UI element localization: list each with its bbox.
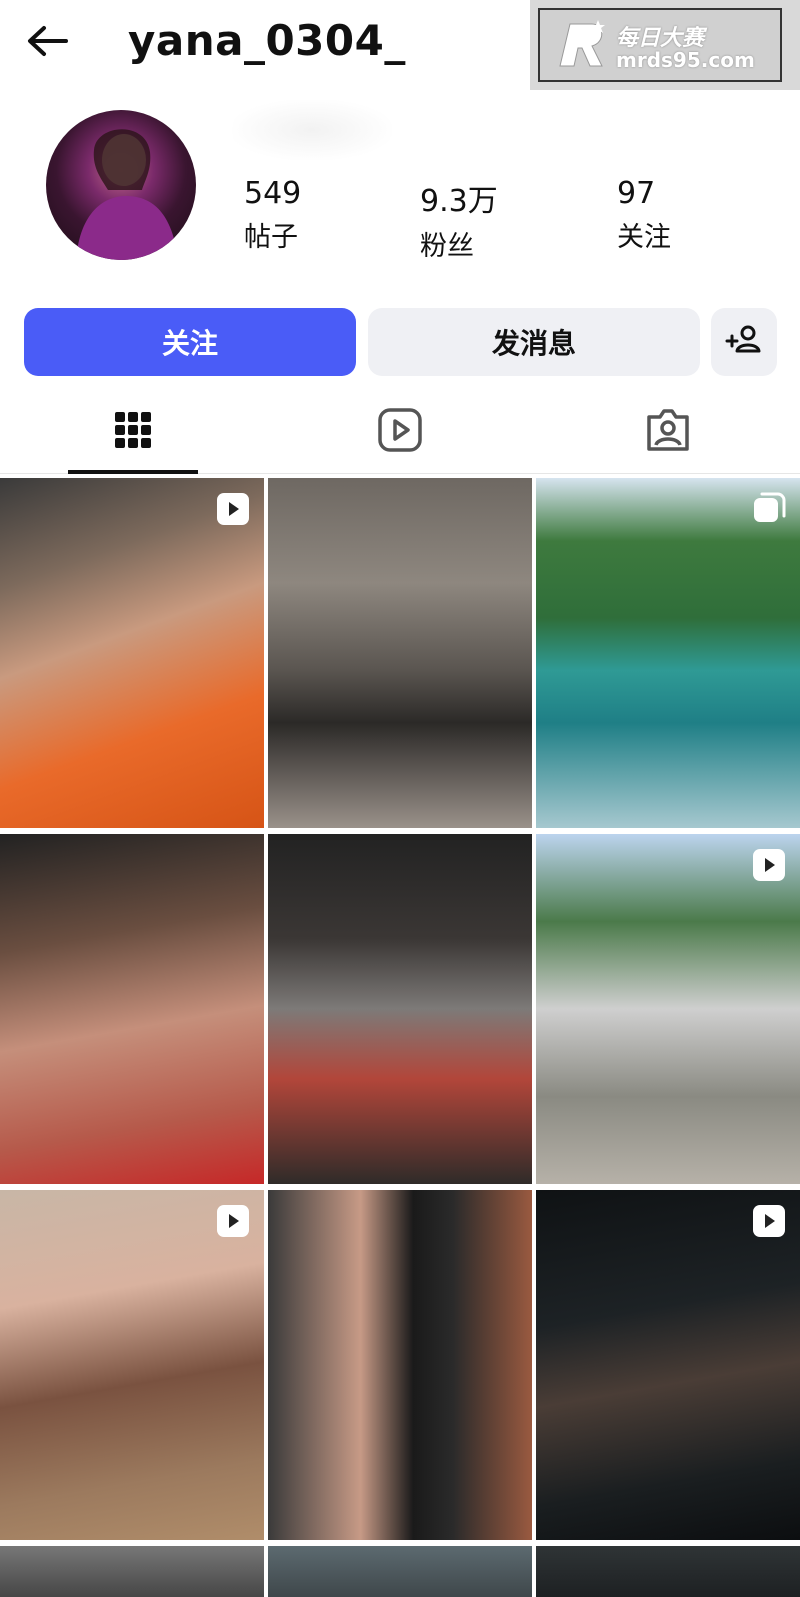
tagged-icon — [645, 407, 691, 457]
profile-header: yana_0304_ 每日大赛 mrds95.com — [0, 0, 800, 90]
post-thumbnail[interactable] — [0, 1546, 264, 1597]
profile-username: yana_0304_ — [128, 16, 406, 65]
video-icon — [216, 492, 250, 526]
back-arrow-icon[interactable] — [22, 18, 72, 68]
video-icon — [216, 1204, 250, 1238]
following-label: 关注 — [617, 222, 671, 253]
profile-tabs — [0, 390, 800, 474]
tab-reels[interactable] — [335, 390, 465, 474]
blurred-bio — [232, 100, 392, 160]
video-icon — [752, 848, 786, 882]
tab-tagged[interactable] — [603, 390, 733, 474]
message-button[interactable]: 发消息 — [368, 308, 700, 376]
post-thumbnail[interactable] — [268, 1190, 532, 1540]
watermark-logo-icon — [552, 16, 612, 80]
tab-posts-grid[interactable] — [68, 390, 198, 474]
following-stat[interactable]: 97 关注 — [617, 176, 671, 254]
watermark-url: mrds95.com — [616, 48, 755, 72]
carousel-icon — [752, 492, 786, 526]
post-thumbnail[interactable] — [0, 834, 264, 1184]
active-tab-indicator — [68, 470, 198, 474]
add-user-icon — [724, 319, 764, 366]
reels-icon — [377, 407, 423, 457]
posts-label: 帖子 — [244, 222, 298, 253]
post-thumbnail[interactable] — [536, 1546, 800, 1597]
posts-stat[interactable]: 549 帖子 — [244, 176, 301, 254]
post-thumbnail[interactable] — [268, 834, 532, 1184]
post-thumbnail[interactable] — [0, 1190, 264, 1540]
following-count: 97 — [617, 176, 656, 211]
watermark-frame: 每日大赛 mrds95.com — [538, 8, 782, 82]
followers-label: 粉丝 — [420, 231, 474, 262]
add-user-button[interactable] — [711, 308, 777, 376]
video-icon — [752, 1204, 786, 1238]
post-thumbnail[interactable] — [268, 478, 532, 828]
grid-icon — [113, 410, 153, 454]
site-watermark: 每日大赛 mrds95.com — [530, 0, 800, 90]
post-thumbnail[interactable] — [536, 1190, 800, 1540]
followers-stat[interactable]: 9.3万 粉丝 — [420, 176, 498, 263]
followers-count: 9.3万 — [420, 184, 498, 219]
avatar[interactable] — [46, 110, 196, 260]
post-thumbnail[interactable] — [536, 478, 800, 828]
post-thumbnail[interactable] — [0, 478, 264, 828]
post-thumbnail[interactable] — [268, 1546, 532, 1597]
post-thumbnail[interactable] — [536, 834, 800, 1184]
follow-button[interactable]: 关注 — [24, 308, 356, 376]
posts-count: 549 — [244, 176, 302, 211]
